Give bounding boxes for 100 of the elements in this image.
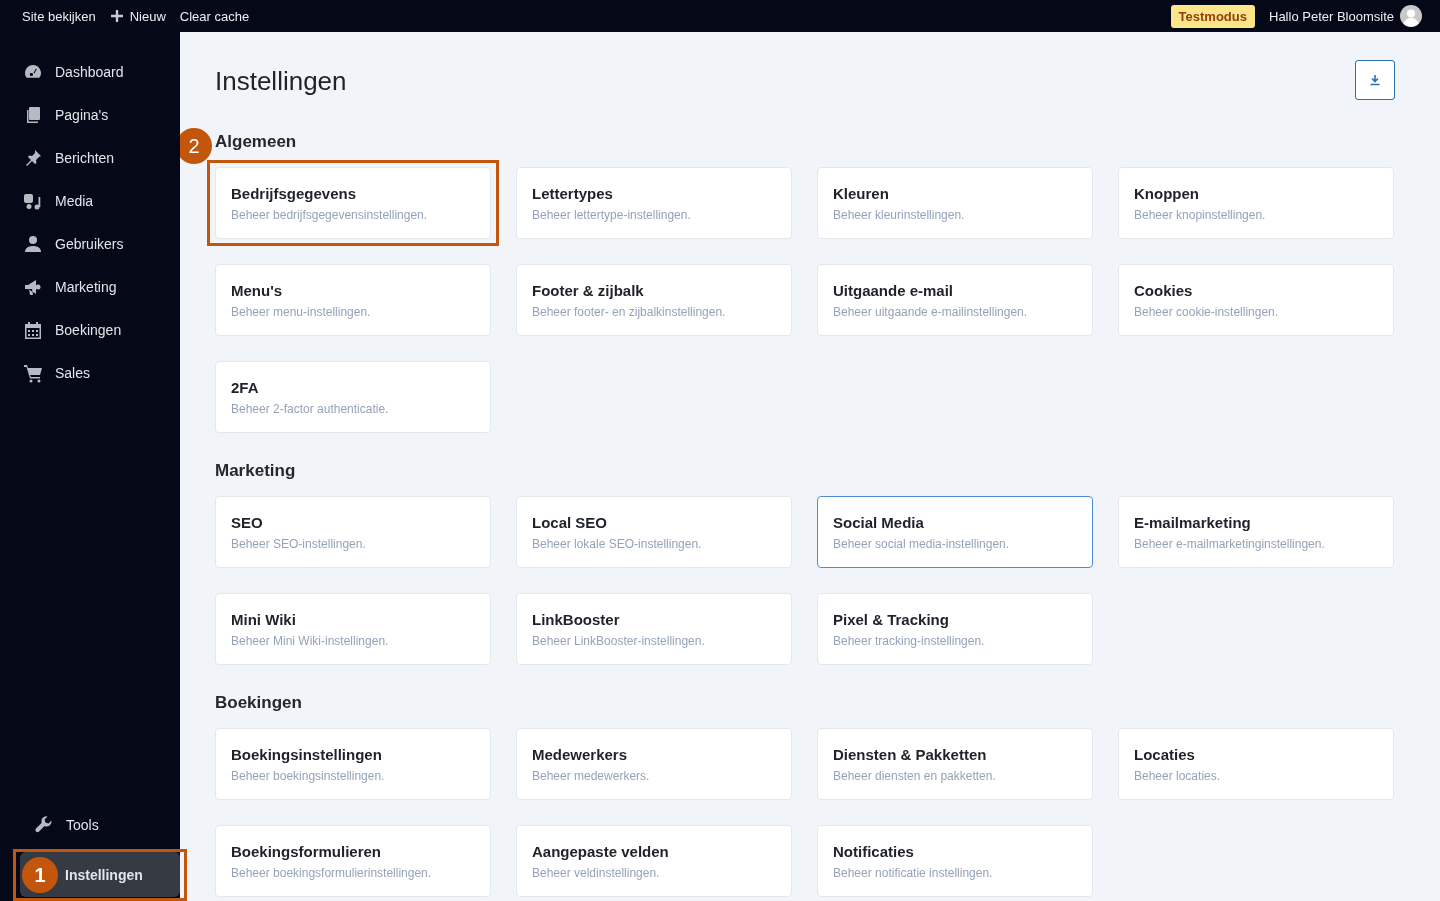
new-link[interactable]: Nieuw	[109, 8, 166, 24]
card-description: Beheer diensten en pakketten.	[833, 768, 997, 783]
step-badge: 1	[22, 857, 58, 893]
card-title: Boekingsinstellingen	[231, 745, 383, 763]
sidebar-item[interactable]: Pagina's	[20, 95, 180, 135]
settings-card[interactable]: Pixel & Tracking Beheer tracking-instellingen.	[817, 593, 1093, 665]
card-title: Social Media	[833, 513, 925, 531]
card-description: Beheer bedrijfsgegevensinstellingen.	[231, 207, 429, 222]
card-description: Beheer social media-instellingen.	[833, 536, 1011, 551]
calendar-icon	[23, 320, 43, 340]
card-title: Footer & zijbalk	[532, 281, 645, 299]
settings-card[interactable]: Bedrijfsgegevens Beheer bedrijfsgegevensinstellingen.	[215, 167, 491, 239]
page-title: Instellingen	[215, 66, 347, 97]
media-icon	[23, 191, 43, 211]
sidebar-item[interactable]: Boekingen	[20, 310, 180, 350]
sidebar-item[interactable]: Media	[20, 181, 180, 221]
card-description: Beheer e-mailmarketinginstellingen.	[1134, 536, 1326, 551]
account-link[interactable]: Hallo Peter Bloomsite	[1269, 8, 1394, 24]
card-description: Beheer locaties.	[1134, 768, 1222, 783]
settings-card[interactable]: Notificaties Beheer notificatie instellingen.	[817, 825, 1093, 897]
cart-icon	[23, 363, 43, 383]
card-description: Beheer kleurinstellingen.	[833, 207, 966, 222]
section-heading: Boekingen	[215, 693, 303, 713]
card-description: Beheer boekingsformulierinstellingen.	[231, 865, 433, 880]
card-description: Beheer veldinstellingen.	[532, 865, 661, 880]
wrench-icon	[34, 814, 54, 835]
section-heading: Marketing	[215, 461, 297, 481]
plus-icon	[109, 9, 124, 23]
settings-card[interactable]: Mini Wiki Beheer Mini Wiki-instellingen.	[215, 593, 491, 665]
settings-card[interactable]: Knoppen Beheer knopinstellingen.	[1118, 167, 1394, 239]
settings-card[interactable]: Diensten & Pakketten Beheer diensten en pakketten.	[817, 728, 1093, 800]
sidebar-item[interactable]: Gebruikers	[20, 224, 180, 264]
card-title: Mini Wiki	[231, 610, 297, 628]
test-mode-badge: Testmodus	[1170, 4, 1255, 28]
settings-card[interactable]: Local SEO Beheer lokale SEO-instellingen.	[516, 496, 792, 568]
settings-card[interactable]: Locaties Beheer locaties.	[1118, 728, 1394, 800]
sidebar-item[interactable]: Sales	[20, 353, 180, 393]
settings-card[interactable]: Cookies Beheer cookie-instellingen.	[1118, 264, 1394, 336]
card-description: Beheer SEO-instellingen.	[231, 536, 367, 551]
card-description: Beheer boekingsinstellingen.	[231, 768, 386, 783]
card-title: Pixel & Tracking	[833, 610, 950, 628]
toolbar-link[interactable]: Site bekijken	[22, 8, 96, 24]
download-button[interactable]	[1355, 60, 1395, 100]
settings-card[interactable]: SEO Beheer SEO-instellingen.	[215, 496, 491, 568]
card-title: Knoppen	[1134, 184, 1200, 202]
card-description: Beheer lokale SEO-instellingen.	[532, 536, 703, 551]
settings-card[interactable]: LinkBooster Beheer LinkBooster-instellingen.	[516, 593, 792, 665]
sidebar-item[interactable]: Dashboard	[20, 52, 180, 92]
settings-card[interactable]: Menu's Beheer menu-instellingen.	[215, 264, 491, 336]
section-heading: Algemeen	[215, 132, 298, 152]
settings-card[interactable]: Social Media Beheer social media-instellingen.	[817, 496, 1093, 568]
toolbar-link[interactable]: Clear cache	[179, 8, 250, 24]
card-title: Menu's	[231, 281, 284, 299]
settings-card[interactable]: Footer & zijbalk Beheer footer- en zijbalkinstellingen.	[516, 264, 792, 336]
card-description: Beheer lettertype-instellingen.	[532, 207, 692, 222]
settings-card[interactable]: E-mailmarketing Beheer e-mailmarketinginstellingen.	[1118, 496, 1394, 568]
download-icon	[1369, 74, 1381, 86]
card-description: Beheer menu-instellingen.	[231, 304, 372, 319]
card-title: Locaties	[1134, 745, 1196, 763]
card-title: Aangepaste velden	[532, 842, 670, 860]
settings-card[interactable]: Medewerkers Beheer medewerkers.	[516, 728, 792, 800]
card-title: Notificaties	[833, 842, 915, 860]
card-description: Beheer cookie-instellingen.	[1134, 304, 1280, 319]
settings-card[interactable]: Aangepaste velden Beheer veldinstellingen.	[516, 825, 792, 897]
card-description: Beheer knopinstellingen.	[1134, 207, 1267, 222]
card-title: Local SEO	[532, 513, 609, 531]
step-badge: 2	[180, 128, 212, 164]
user-icon	[23, 234, 43, 254]
card-title: Boekingsformulieren	[231, 842, 383, 860]
card-title: Uitgaande e-mail	[833, 281, 955, 299]
card-title: Diensten & Pakketten	[833, 745, 988, 763]
card-description: Beheer tracking-instellingen.	[833, 633, 986, 648]
megaphone-icon	[23, 277, 43, 297]
card-title: Medewerkers	[532, 745, 629, 763]
card-description: Beheer footer- en zijbalkinstellingen.	[532, 304, 727, 319]
card-description: Beheer 2-factor authenticatie.	[231, 401, 390, 416]
settings-card[interactable]: Boekingsinstellingen Beheer boekingsinstellingen.	[215, 728, 491, 800]
card-description: Beheer medewerkers.	[532, 768, 651, 783]
card-title: LinkBooster	[532, 610, 621, 628]
card-title: Lettertypes	[532, 184, 614, 202]
sidebar-item[interactable]: Tools	[20, 802, 180, 847]
card-title: SEO	[231, 513, 264, 531]
sidebar-item[interactable]: 1 Instellingen	[20, 852, 180, 897]
avatar-icon[interactable]	[1400, 5, 1422, 27]
card-description: Beheer Mini Wiki-instellingen.	[231, 633, 390, 648]
card-title: Bedrijfsgegevens	[231, 184, 358, 202]
settings-card[interactable]: Kleuren Beheer kleurinstellingen.	[817, 167, 1093, 239]
card-title: Kleuren	[833, 184, 890, 202]
card-title: 2FA	[231, 378, 260, 396]
sidebar-item[interactable]: Berichten	[20, 138, 180, 178]
settings-card[interactable]: Boekingsformulieren Beheer boekingsformulierinstellingen.	[215, 825, 491, 897]
card-title: E-mailmarketing	[1134, 513, 1252, 531]
sidebar-item[interactable]: Marketing	[20, 267, 180, 307]
settings-card[interactable]: Lettertypes Beheer lettertype-instellingen.	[516, 167, 792, 239]
card-title: Cookies	[1134, 281, 1194, 299]
card-description: Beheer notificatie instellingen.	[833, 865, 994, 880]
settings-card[interactable]: Uitgaande e-mail Beheer uitgaande e-mailinstellingen.	[817, 264, 1093, 336]
settings-card[interactable]: 2FA Beheer 2-factor authenticatie.	[215, 361, 491, 433]
card-description: Beheer uitgaande e-mailinstellingen.	[833, 304, 1029, 319]
card-description: Beheer LinkBooster-instellingen.	[532, 633, 706, 648]
